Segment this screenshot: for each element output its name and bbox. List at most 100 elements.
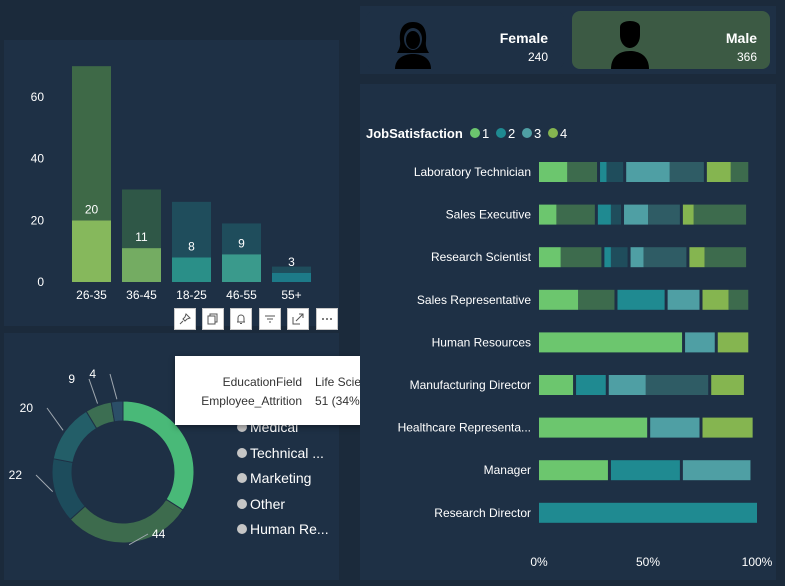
- legend-item[interactable]: Human Re...: [237, 521, 329, 537]
- bar-segment[interactable]: [702, 289, 729, 310]
- bar-segment[interactable]: [706, 162, 731, 182]
- job-satisfaction-chart[interactable]: JobSatisfaction 1234 Laboratory Technici…: [360, 84, 776, 580]
- bar-segment[interactable]: [539, 417, 648, 438]
- bar-segment[interactable]: [624, 204, 648, 225]
- bar-segment-lower[interactable]: [122, 248, 161, 282]
- age-group-chart-svg: 0 20 40 60 20 26-35 11 36-45 8 18-25 9 46-55 3 55+: [31, 66, 311, 302]
- y-tick-label: 40: [31, 152, 45, 166]
- legend-item[interactable]: Other: [237, 496, 285, 512]
- bar-segment[interactable]: [576, 375, 606, 395]
- bar-segment[interactable]: [567, 162, 598, 182]
- bar-segment[interactable]: [539, 162, 568, 182]
- donut-slice[interactable]: [69, 498, 184, 544]
- category-label: Laboratory Technician: [414, 165, 531, 179]
- bar-segment[interactable]: [630, 247, 644, 268]
- bar-segment[interactable]: [667, 289, 700, 310]
- legend-label: Marketing: [250, 470, 312, 486]
- donut-leader-line: [88, 378, 99, 404]
- bar-segment[interactable]: [539, 332, 683, 353]
- bar-segment[interactable]: [728, 289, 749, 310]
- tooltip-key-2: Employee_Attrition: [201, 394, 302, 408]
- legend-label: Other: [250, 495, 286, 512]
- bar-segment-lower[interactable]: [172, 257, 211, 282]
- bar-segment[interactable]: [645, 375, 709, 395]
- x-tick-label: 26-35: [76, 288, 107, 302]
- legend-dot-icon: [237, 447, 247, 458]
- bar-data-label: 20: [85, 202, 99, 216]
- set-alert-button[interactable]: [230, 308, 252, 330]
- bar-segment[interactable]: [560, 247, 602, 268]
- bar-segment[interactable]: [702, 417, 753, 438]
- filter-icon: [265, 315, 275, 323]
- x-tick-label: 50%: [636, 555, 660, 569]
- bar-segment[interactable]: [650, 417, 700, 438]
- bar-segment[interactable]: [539, 204, 557, 225]
- bar-segment[interactable]: [711, 375, 744, 395]
- bar-segment[interactable]: [556, 204, 595, 225]
- bar-segment[interactable]: [539, 502, 757, 523]
- bar-segment[interactable]: [717, 332, 749, 353]
- pin-visual-button[interactable]: [174, 308, 196, 330]
- bar-segment[interactable]: [578, 289, 615, 310]
- more-options-icon: [322, 318, 332, 320]
- more-options-button[interactable]: [316, 308, 338, 330]
- filter-button[interactable]: [259, 308, 281, 330]
- bar-segment[interactable]: [617, 289, 665, 310]
- legend-item[interactable]: Marketing: [237, 470, 311, 486]
- donut-data-label: 22: [9, 468, 23, 482]
- bar-segment[interactable]: [643, 247, 687, 268]
- gender-card: Female 240 Male 366: [360, 6, 776, 74]
- bar-segment[interactable]: [669, 162, 704, 182]
- bar-segment[interactable]: [689, 247, 705, 268]
- x-tick-label: 46-55: [226, 288, 257, 302]
- job-satisfaction-svg: Laboratory Technician Sales Executive Rese…: [398, 162, 773, 569]
- bar-segment[interactable]: [610, 247, 628, 268]
- bar-segment[interactable]: [610, 204, 622, 225]
- legend-dot-icon: [237, 498, 247, 509]
- bar-segment[interactable]: [730, 162, 749, 182]
- bar-segment[interactable]: [608, 375, 646, 395]
- bar-segment-lower[interactable]: [72, 220, 111, 282]
- age-group-chart[interactable]: 0 20 40 60 20 26-35 11 36-45 8 18-25 9 46-55 3 55+: [4, 40, 339, 326]
- bar-segment[interactable]: [539, 247, 561, 268]
- bar-segment[interactable]: [606, 162, 624, 182]
- male-tile[interactable]: Male 366: [572, 11, 770, 69]
- bar-segment[interactable]: [685, 332, 715, 353]
- bar-segment-upper[interactable]: [72, 66, 111, 221]
- donut-slice[interactable]: [52, 410, 98, 464]
- category-label: Sales Representative: [417, 293, 531, 307]
- tooltip-value-2: 51 (34%): [315, 394, 364, 408]
- donut-data-label: 9: [68, 372, 75, 386]
- legend-item[interactable]: Technical ...: [237, 445, 324, 461]
- donut-leader-line: [109, 373, 118, 400]
- x-tick-label: 0%: [530, 555, 548, 569]
- bar-data-label: 3: [288, 255, 295, 269]
- bar-segment[interactable]: [604, 247, 611, 268]
- bar-segment[interactable]: [539, 289, 579, 310]
- category-label: Manager: [484, 463, 531, 477]
- donut-slice[interactable]: [51, 458, 86, 521]
- bar-segment[interactable]: [597, 204, 611, 225]
- female-tile[interactable]: Female 240: [366, 11, 564, 69]
- female-count: 240: [527, 50, 548, 64]
- bar-segment[interactable]: [648, 204, 680, 225]
- legend-dot-icon: [237, 524, 247, 534]
- bar-segment[interactable]: [704, 247, 747, 268]
- bar-segment-lower[interactable]: [222, 254, 261, 282]
- copy-icon: [207, 313, 218, 325]
- bar-segment[interactable]: [682, 460, 751, 481]
- bar-segment[interactable]: [682, 204, 694, 225]
- bar-segment[interactable]: [626, 162, 670, 182]
- bar-segment[interactable]: [600, 162, 607, 182]
- bar-segment[interactable]: [610, 460, 680, 481]
- bar-segment[interactable]: [693, 204, 747, 225]
- copy-visual-button[interactable]: [202, 308, 224, 330]
- bar-segment-lower[interactable]: [272, 272, 311, 282]
- bell-icon: [237, 314, 245, 324]
- bar-segment[interactable]: [539, 375, 574, 395]
- y-tick-label: 60: [31, 90, 45, 104]
- focus-mode-button[interactable]: [287, 308, 309, 330]
- bar-segment[interactable]: [539, 460, 608, 481]
- bar-data-label: 9: [238, 236, 245, 250]
- male-label: Male: [725, 30, 757, 46]
